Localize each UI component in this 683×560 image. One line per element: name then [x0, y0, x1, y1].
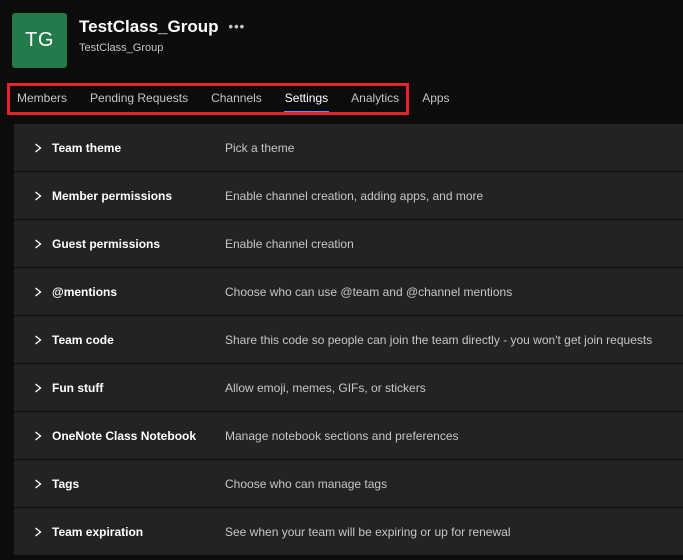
row-label: Team theme	[52, 140, 122, 155]
row-description: Enable channel creation	[225, 236, 354, 251]
chevron-right-icon	[33, 526, 43, 537]
row-label: @mentions	[52, 284, 118, 299]
settings-row-team-theme[interactable]: Team theme Pick a theme	[14, 124, 683, 171]
avatar-initials: TG	[25, 29, 54, 51]
tab-settings[interactable]: Settings	[283, 87, 330, 113]
team-header: TG TestClass_Group ••• TestClass_Group	[0, 0, 683, 82]
chevron-right-icon	[33, 382, 43, 393]
row-label: Member permissions	[52, 188, 173, 203]
title-block: TestClass_Group ••• TestClass_Group	[79, 17, 245, 54]
row-label: Team expiration	[52, 524, 144, 539]
tab-pending-requests[interactable]: Pending Requests	[89, 87, 189, 113]
settings-row-member-permissions[interactable]: Member permissions Enable channel creati…	[14, 172, 683, 219]
chevron-right-icon	[33, 286, 43, 297]
team-title: TestClass_Group	[79, 17, 219, 36]
tab-channels[interactable]: Channels	[210, 87, 263, 113]
settings-row-team-expiration[interactable]: Team expiration See when your team will …	[14, 508, 683, 555]
tab-members[interactable]: Members	[16, 87, 68, 113]
row-label: Team code	[52, 332, 114, 347]
row-description: Allow emoji, memes, GIFs, or stickers	[225, 380, 426, 395]
tab-analytics[interactable]: Analytics	[350, 87, 400, 113]
settings-row-mentions[interactable]: @mentions Choose who can use @team and @…	[14, 268, 683, 315]
settings-row-fun-stuff[interactable]: Fun stuff Allow emoji, memes, GIFs, or s…	[14, 364, 683, 411]
team-subtitle: TestClass_Group	[79, 42, 164, 54]
row-label: OneNote Class Notebook	[52, 428, 197, 443]
more-options-icon[interactable]: •••	[229, 20, 246, 33]
row-description: See when your team will be expiring or u…	[225, 524, 511, 539]
row-description: Share this code so people can join the t…	[225, 332, 653, 347]
row-description: Enable channel creation, adding apps, an…	[225, 188, 484, 203]
tab-apps[interactable]: Apps	[421, 87, 450, 113]
settings-list: Team theme Pick a theme Member permissio…	[14, 124, 683, 556]
chevron-right-icon	[33, 478, 43, 489]
settings-row-team-code[interactable]: Team code Share this code so people can …	[14, 316, 683, 363]
chevron-right-icon	[33, 190, 43, 201]
tab-bar: Members Pending Requests Channels Settin…	[10, 86, 457, 113]
settings-row-guest-permissions[interactable]: Guest permissions Enable channel creatio…	[14, 220, 683, 267]
settings-row-onenote-class-notebook[interactable]: OneNote Class Notebook Manage notebook s…	[14, 412, 683, 459]
chevron-right-icon	[33, 238, 43, 249]
team-avatar: TG	[12, 13, 67, 68]
row-label: Tags	[52, 476, 80, 491]
row-label: Fun stuff	[52, 380, 104, 395]
row-description: Choose who can manage tags	[225, 476, 388, 491]
chevron-right-icon	[33, 334, 43, 345]
row-description: Pick a theme	[225, 140, 295, 155]
settings-row-tags[interactable]: Tags Choose who can manage tags	[14, 460, 683, 507]
chevron-right-icon	[33, 430, 43, 441]
row-description: Manage notebook sections and preferences	[225, 428, 459, 443]
chevron-right-icon	[33, 142, 43, 153]
row-description: Choose who can use @team and @channel me…	[225, 284, 513, 299]
row-label: Guest permissions	[52, 236, 161, 251]
